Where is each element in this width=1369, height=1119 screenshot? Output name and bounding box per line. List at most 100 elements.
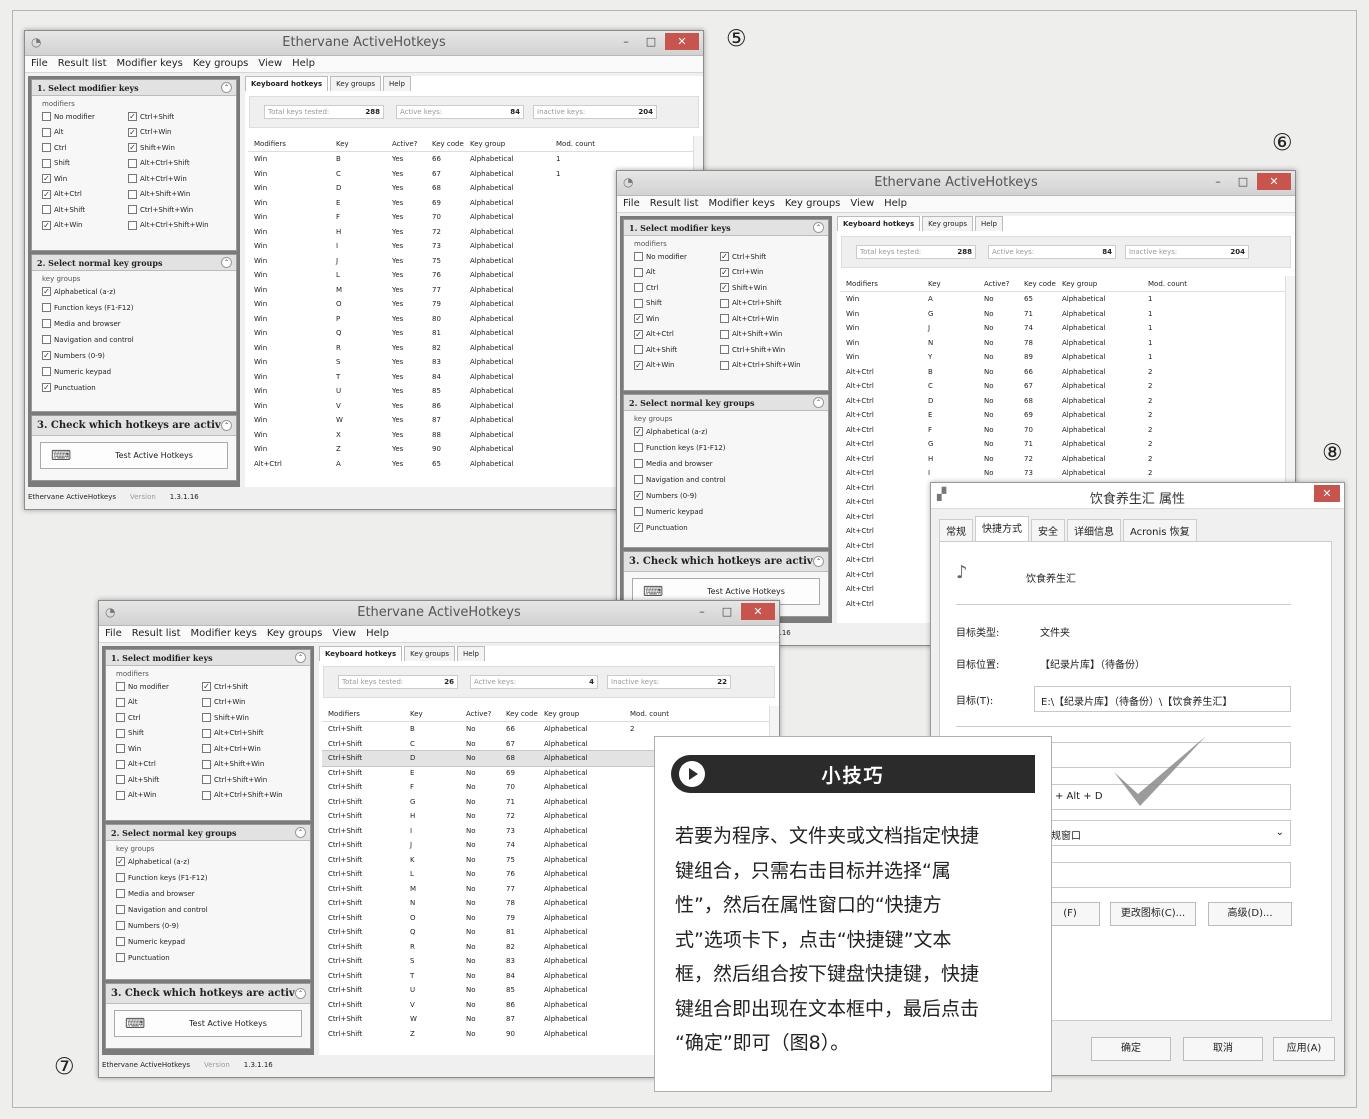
- menu-item[interactable]: Help: [292, 58, 315, 70]
- column-header[interactable]: Key group: [544, 710, 630, 718]
- menu-item[interactable]: Result list: [58, 58, 107, 70]
- close-icon[interactable]: ✕: [665, 33, 699, 50]
- modifier-checkbox[interactable]: Ctrl: [116, 713, 140, 722]
- modifier-checkbox[interactable]: Shift+Win: [202, 713, 249, 722]
- key-group-checkbox[interactable]: ✓ Alphabetical (a-z): [116, 857, 190, 866]
- key-group-checkbox[interactable]: Numeric keypad: [42, 367, 111, 376]
- collapse-icon[interactable]: ⌃: [813, 222, 824, 233]
- tab-shortcut[interactable]: 快捷方式: [975, 516, 1029, 541]
- column-header[interactable]: Key code: [506, 710, 544, 718]
- apply-button[interactable]: 应用(A): [1273, 1037, 1335, 1061]
- column-header[interactable]: Modifiers: [322, 710, 410, 718]
- modifier-checkbox[interactable]: Alt+Ctrl+Shift: [128, 158, 190, 168]
- tab-keyboard-hotkeys[interactable]: Keyboard hotkeys: [245, 76, 329, 91]
- modifier-checkbox[interactable]: ✓ Alt+Ctrl: [634, 329, 674, 339]
- tab-key-groups[interactable]: Key groups: [330, 76, 382, 91]
- key-group-checkbox[interactable]: ✓ Numbers (0-9): [634, 491, 697, 500]
- modifier-checkbox[interactable]: Alt+Shift+Win: [128, 189, 190, 199]
- column-header[interactable]: Key group: [470, 140, 556, 148]
- test-active-hotkeys-button[interactable]: ⌨ Test Active Hotkeys: [40, 442, 228, 469]
- menu-item[interactable]: View: [332, 628, 356, 640]
- menu-item[interactable]: View: [850, 198, 874, 210]
- modifier-checkbox[interactable]: Alt+Ctrl+Shift+Win: [720, 360, 801, 370]
- column-header[interactable]: Key: [336, 140, 392, 148]
- modifier-checkbox[interactable]: Alt+Ctrl+Shift: [720, 298, 782, 308]
- modifier-checkbox[interactable]: ✓ Shift+Win: [128, 143, 175, 152]
- modifier-checkbox[interactable]: Ctrl: [634, 283, 658, 292]
- tab-key-groups[interactable]: Key groups: [922, 216, 974, 231]
- modifier-checkbox[interactable]: Shift: [116, 728, 144, 738]
- modifier-checkbox[interactable]: Alt+Shift+Win: [720, 329, 782, 339]
- key-group-checkbox[interactable]: ✓ Alphabetical (a-z): [634, 427, 708, 436]
- key-group-checkbox[interactable]: ✓ Numbers (0-9): [42, 351, 105, 360]
- modifier-checkbox[interactable]: Alt+Ctrl+Win: [202, 744, 261, 753]
- modifier-checkbox[interactable]: Alt+Shift: [116, 775, 159, 784]
- modifier-checkbox[interactable]: Alt: [634, 267, 655, 277]
- table-row[interactable]: Alt+Ctrl D No 68 Alphabetical 2: [840, 394, 1292, 409]
- modifier-checkbox[interactable]: Win: [116, 744, 141, 753]
- column-header[interactable]: Active?: [984, 280, 1024, 288]
- ok-button[interactable]: 确定: [1091, 1037, 1171, 1061]
- key-group-checkbox[interactable]: Numeric keypad: [634, 507, 703, 516]
- modifier-checkbox[interactable]: Alt+Ctrl+Win: [720, 314, 779, 323]
- run-select[interactable]: 常规窗口 ⌄: [1034, 820, 1291, 846]
- key-group-checkbox[interactable]: ✓ Punctuation: [634, 523, 688, 532]
- minimize-icon[interactable]: –: [1207, 173, 1229, 190]
- menu-item[interactable]: View: [258, 58, 282, 70]
- column-header[interactable]: Mod. count: [556, 140, 596, 148]
- table-row[interactable]: Win A No 65 Alphabetical 1: [840, 292, 1292, 307]
- collapse-icon[interactable]: ⌃: [813, 556, 824, 567]
- column-header[interactable]: Modifiers: [248, 140, 336, 148]
- menu-item[interactable]: Key groups: [267, 628, 323, 640]
- column-header[interactable]: Active?: [466, 710, 506, 718]
- modifier-checkbox[interactable]: Shift: [42, 158, 70, 168]
- menu-item[interactable]: File: [623, 198, 640, 210]
- tab-security[interactable]: 安全: [1031, 519, 1065, 541]
- modifier-checkbox[interactable]: Ctrl+Shift+Win: [202, 775, 267, 784]
- modifier-checkbox[interactable]: Alt: [42, 127, 63, 137]
- table-row[interactable]: Alt+Ctrl E No 69 Alphabetical 2: [840, 408, 1292, 423]
- modifier-checkbox[interactable]: Alt+Shift: [634, 345, 677, 354]
- column-header[interactable]: Modifiers: [840, 280, 928, 288]
- collapse-icon[interactable]: ⌃: [221, 257, 232, 268]
- table-row[interactable]: Alt+Ctrl I No 73 Alphabetical 2: [840, 466, 1292, 481]
- modifier-checkbox[interactable]: ✓ Ctrl+Win: [720, 267, 763, 277]
- key-group-checkbox[interactable]: Numeric keypad: [116, 937, 185, 946]
- modifier-checkbox[interactable]: ✓ Alt+Win: [42, 220, 83, 230]
- modifier-checkbox[interactable]: Ctrl+Shift+Win: [128, 205, 193, 214]
- table-row[interactable]: Ctrl+Shift B No 66 Alphabetical 2: [322, 722, 776, 737]
- column-header[interactable]: Active?: [392, 140, 432, 148]
- collapse-icon[interactable]: ⌃: [813, 397, 824, 408]
- modifier-checkbox[interactable]: ✓ Ctrl+Shift: [128, 112, 174, 121]
- cancel-button[interactable]: 取消: [1183, 1037, 1263, 1061]
- maximize-icon[interactable]: □: [716, 603, 738, 620]
- tab-keyboard-hotkeys[interactable]: Keyboard hotkeys: [319, 646, 403, 661]
- menu-item[interactable]: Key groups: [193, 58, 249, 70]
- key-group-checkbox[interactable]: Media and browser: [634, 459, 713, 468]
- modifier-checkbox[interactable]: ✓ Ctrl+Shift: [202, 682, 248, 691]
- table-row[interactable]: Win Y No 89 Alphabetical 1: [840, 350, 1292, 365]
- modifier-checkbox[interactable]: Alt: [116, 697, 137, 707]
- tab-general[interactable]: 常规: [939, 519, 973, 541]
- modifier-checkbox[interactable]: ✓ Shift+Win: [720, 283, 767, 292]
- table-row[interactable]: Alt+Ctrl G No 71 Alphabetical 2: [840, 437, 1292, 452]
- key-group-checkbox[interactable]: ✓ Alphabetical (a-z): [42, 287, 116, 296]
- table-row[interactable]: Alt+Ctrl F No 70 Alphabetical 2: [840, 423, 1292, 438]
- table-row[interactable]: Alt+Ctrl C No 67 Alphabetical 2: [840, 379, 1292, 394]
- table-row[interactable]: Alt+Ctrl B No 66 Alphabetical 2: [840, 365, 1292, 380]
- tab-help[interactable]: Help: [457, 646, 486, 661]
- modifier-checkbox[interactable]: ✓ Win: [42, 174, 67, 183]
- tab-help[interactable]: Help: [383, 76, 412, 91]
- key-group-checkbox[interactable]: Function keys (F1-F12): [116, 873, 208, 882]
- modifier-checkbox[interactable]: Alt+Ctrl+Shift+Win: [128, 220, 209, 230]
- collapse-icon[interactable]: ⌃: [221, 82, 232, 93]
- menu-item[interactable]: Modifier keys: [117, 58, 183, 70]
- modifier-checkbox[interactable]: Shift: [634, 298, 662, 308]
- table-row[interactable]: Win G No 71 Alphabetical 1: [840, 307, 1292, 322]
- collapse-icon[interactable]: ⌃: [295, 827, 306, 838]
- modifier-checkbox[interactable]: ✓ Ctrl+Shift: [720, 252, 766, 261]
- key-group-checkbox[interactable]: Function keys (F1-F12): [634, 443, 726, 452]
- menu-item[interactable]: Modifier keys: [191, 628, 257, 640]
- modifier-checkbox[interactable]: ✓ Ctrl+Win: [128, 127, 171, 137]
- menu-item[interactable]: File: [31, 58, 48, 70]
